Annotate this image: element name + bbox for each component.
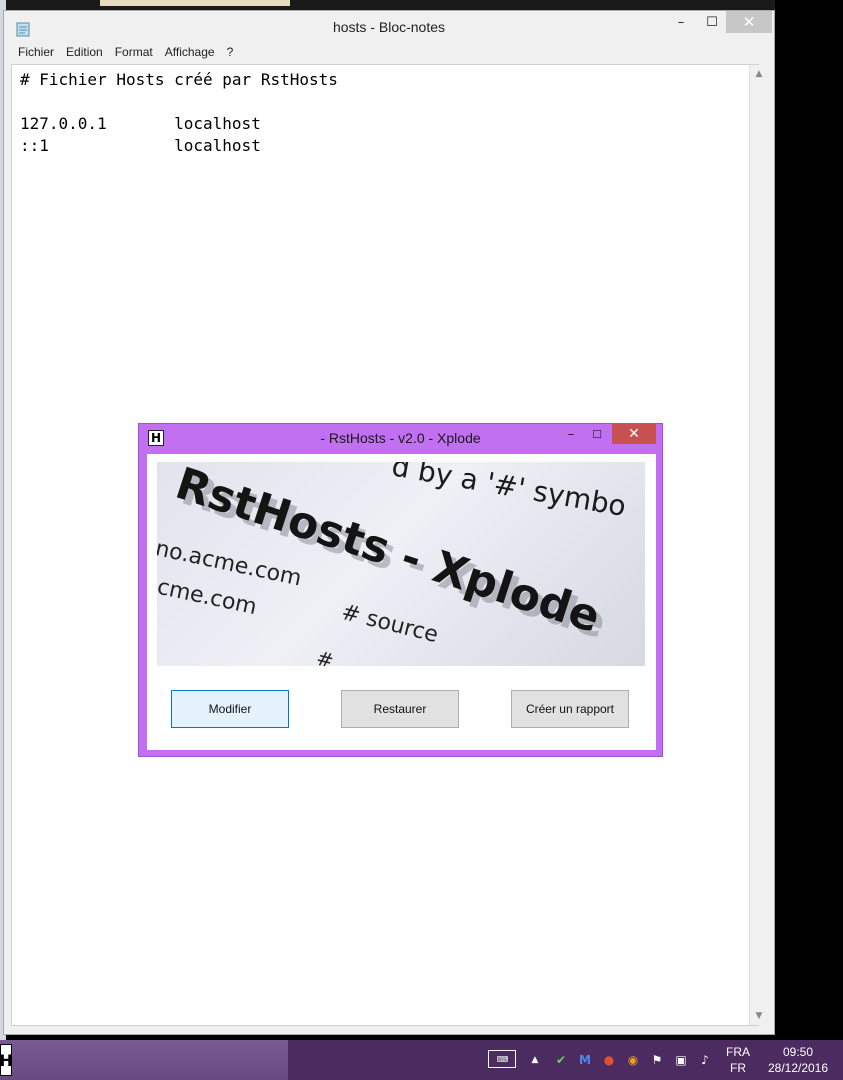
dialog-minimize-button[interactable]: –: [563, 426, 579, 442]
create-report-button[interactable]: Créer un rapport: [511, 690, 629, 728]
notepad-titlebar[interactable]: hosts - Bloc-notes – ☐ ✕: [4, 11, 774, 43]
restaurer-button[interactable]: Restaurer: [341, 690, 459, 728]
taskbar-apps-area: H: [0, 1040, 288, 1080]
show-hidden-icons-icon[interactable]: ▲: [528, 1050, 542, 1070]
desktop-right-area: [775, 0, 843, 1040]
modifier-button[interactable]: Modifier: [171, 690, 289, 728]
language-code: FRA: [726, 1045, 750, 1059]
banner-bg-text-4: # source: [339, 600, 441, 648]
clock-date: 28/12/2016: [767, 1061, 829, 1075]
banner-bg-text-3: cme.com: [157, 575, 259, 620]
menu-fichier[interactable]: Fichier: [12, 43, 60, 63]
dialog-close-button[interactable]: ✕: [612, 424, 656, 444]
security-tray-icon[interactable]: ✔: [552, 1050, 570, 1070]
minimize-button[interactable]: –: [664, 11, 698, 33]
dialog-maximize-button[interactable]: ☐: [589, 426, 605, 442]
rsthosts-banner-image: d by a '#' symbo no.acme.com cme.com # s…: [157, 462, 645, 666]
network-icon[interactable]: ▣: [672, 1050, 690, 1070]
action-center-flag-icon[interactable]: ⚑: [648, 1050, 666, 1070]
menu-format[interactable]: Format: [109, 43, 159, 63]
menu-bar: Fichier Edition Format Affichage ?: [4, 43, 774, 63]
touch-keyboard-icon[interactable]: ⌨: [488, 1050, 516, 1068]
dialog-title: - RstHosts - v2.0 - Xplode: [320, 430, 481, 446]
menu-edition[interactable]: Edition: [60, 43, 109, 63]
avast-tray-icon[interactable]: ◉: [624, 1050, 642, 1070]
menu-help[interactable]: ?: [221, 43, 240, 63]
language-indicator[interactable]: FRA FR: [724, 1044, 752, 1076]
close-button[interactable]: ✕: [726, 11, 772, 33]
ccleaner-tray-icon[interactable]: ●: [600, 1050, 618, 1070]
scroll-down-icon[interactable]: ▼: [750, 1007, 768, 1025]
banner-bg-text-5: #: [314, 646, 336, 666]
taskbar: H ⌨ ▲ ✔ M ● ◉ ⚑ ▣ ♪ FRA FR 09:50 28/12/2…: [0, 1040, 843, 1080]
hosts-file-content: # Fichier Hosts créé par RstHosts 127.0.…: [20, 70, 338, 155]
clock[interactable]: 09:50 28/12/2016: [760, 1044, 836, 1076]
maximize-button[interactable]: ☐: [698, 11, 726, 33]
rsthosts-taskbar-icon[interactable]: H: [0, 1044, 12, 1076]
menu-affichage[interactable]: Affichage: [159, 43, 221, 63]
dialog-body: d by a '#' symbo no.acme.com cme.com # s…: [147, 454, 656, 750]
keyboard-layout: FR: [730, 1061, 746, 1075]
scroll-up-icon[interactable]: ▲: [750, 65, 768, 83]
malwarebytes-tray-icon[interactable]: M: [576, 1050, 594, 1070]
volume-icon[interactable]: ♪: [696, 1050, 714, 1070]
notepad-title: hosts - Bloc-notes: [332, 19, 446, 35]
banner-bg-text-1: d by a '#' symbo: [389, 462, 628, 523]
vertical-scrollbar[interactable]: ▲ ▼: [749, 65, 767, 1025]
clock-time: 09:50: [782, 1045, 814, 1059]
rsthosts-dialog: H - RstHosts - v2.0 - Xplode – ☐ ✕ d by …: [138, 423, 663, 757]
